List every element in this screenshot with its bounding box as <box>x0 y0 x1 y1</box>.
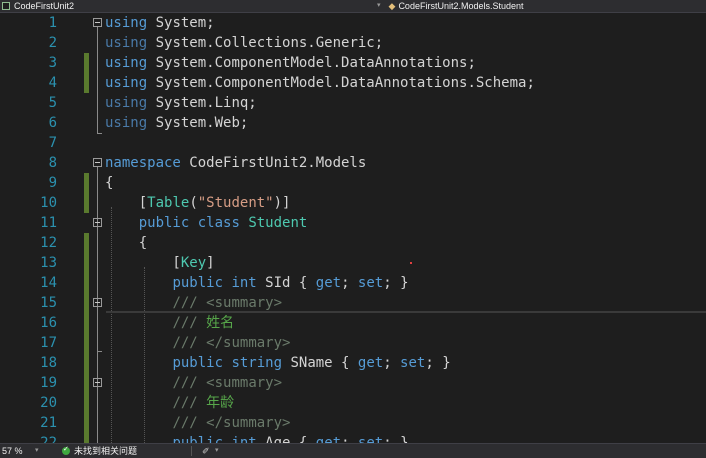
line-number: 8 <box>48 155 57 171</box>
code-text: namespace CodeFirstUnit2.Models <box>105 155 367 171</box>
line-number: 10 <box>40 195 57 211</box>
code-line-8[interactable]: 8 namespace CodeFirstUnit2.Models <box>0 153 706 173</box>
line-number: 22 <box>40 435 57 443</box>
code-text: /// 年龄 <box>172 395 235 411</box>
code-line-2[interactable]: 2 using System.Collections.Generic; <box>0 33 706 53</box>
line-number: 12 <box>40 235 57 251</box>
code-line-5[interactable]: 5 using System.Linq; <box>0 93 706 113</box>
code-text: { <box>105 235 148 251</box>
line-number: 6 <box>48 115 57 131</box>
line-number: 16 <box>40 315 57 331</box>
code-line-10[interactable]: 10 [Table("Student")] <box>0 193 706 213</box>
code-line-12[interactable]: 12 { <box>0 233 706 253</box>
code-text: /// <summary> <box>172 295 283 311</box>
code-text: using System.ComponentModel.DataAnnotati… <box>105 75 535 91</box>
code-line-9[interactable]: 9 { <box>0 173 706 193</box>
check-circle-icon <box>62 443 70 457</box>
class-icon: ◆ <box>388 1 396 11</box>
code-line-21[interactable]: 21 /// </summary> <box>0 413 706 433</box>
code-line-15[interactable]: 15 /// <summary> <box>0 293 706 313</box>
line-number: 18 <box>40 355 57 371</box>
line-number: 21 <box>40 415 57 431</box>
code-line-3[interactable]: 3 using System.ComponentModel.DataAnnota… <box>0 53 706 73</box>
line-number: 1 <box>48 15 57 31</box>
code-text: public string SName { get; set; } <box>172 355 451 371</box>
code-line-1[interactable]: 1 using System; <box>0 13 706 33</box>
divider <box>191 446 192 456</box>
line-number: 9 <box>48 175 57 191</box>
project-dropdown[interactable]: CodeFirstUnit2 <box>0 0 74 12</box>
code-text: public int SId { get; set; } <box>172 275 409 291</box>
code-text: public int Age { get; set; } <box>172 435 409 443</box>
code-text: public class Student <box>138 215 308 231</box>
status-bar: 57 % ▾ 未找到相关问题 ✐ ▾ <box>0 443 706 458</box>
code-line-11[interactable]: 11 public class Student <box>0 213 706 233</box>
code-text: /// <summary> <box>172 375 283 391</box>
code-line-19[interactable]: 19 /// <summary> <box>0 373 706 393</box>
code-line-4[interactable]: 4 using System.ComponentModel.DataAnnota… <box>0 73 706 93</box>
line-number: 13 <box>40 255 57 271</box>
line-number: 4 <box>48 75 57 91</box>
code-text: using System.Collections.Generic; <box>105 35 384 51</box>
code-text: /// </summary> <box>172 415 291 431</box>
code-text: using System.Linq; <box>105 95 257 111</box>
code-line-22[interactable]: 22 public int Age { get; set; } <box>0 433 706 443</box>
collapse-icon[interactable] <box>93 378 102 387</box>
code-line-20[interactable]: 20 /// 年龄 <box>0 393 706 413</box>
code-text: /// 姓名 <box>172 315 235 331</box>
collapse-icon[interactable] <box>93 218 102 227</box>
type-dropdown[interactable]: ▾ ◆ CodeFirstUnit2.Models.Student <box>377 0 524 12</box>
line-number: 3 <box>48 55 57 71</box>
navigation-bar: CodeFirstUnit2 ▾ ◆ CodeFirstUnit2.Models… <box>0 0 706 13</box>
brush-icon[interactable]: ✐ <box>202 444 210 458</box>
code-text: [Key] <box>105 255 215 271</box>
code-line-13[interactable]: 13 [Key] <box>0 253 706 273</box>
line-number: 14 <box>40 275 57 291</box>
chevron-down-icon[interactable]: ▾ <box>35 444 39 458</box>
code-line-7[interactable]: 7 <box>0 133 706 153</box>
code-line-18[interactable]: 18 public string SName { get; set; } <box>0 353 706 373</box>
code-text: using System.Web; <box>105 115 249 131</box>
collapse-icon[interactable] <box>93 298 102 307</box>
line-number: 7 <box>48 135 57 151</box>
line-number: 5 <box>48 95 57 111</box>
line-number: 2 <box>48 35 57 51</box>
zoom-level[interactable]: 57 % <box>2 444 23 458</box>
project-label: CodeFirstUnit2 <box>14 1 75 11</box>
code-line-14[interactable]: 14 public int SId { get; set; } <box>0 273 706 293</box>
code-line-16[interactable]: 16 /// 姓名 <box>0 313 706 333</box>
issues-status[interactable]: 未找到相关问题 <box>74 444 137 458</box>
code-text: { <box>105 175 114 191</box>
code-text: using System; <box>105 15 215 31</box>
line-number: 20 <box>40 395 57 411</box>
line-number: 19 <box>40 375 57 391</box>
code-editor[interactable]: 1 using System; 2 using System.Collectio… <box>0 13 706 443</box>
line-number: 15 <box>40 295 57 311</box>
chevron-down-icon[interactable]: ▾ <box>215 444 219 458</box>
class-label: CodeFirstUnit2.Models.Student <box>398 1 524 11</box>
code-line-17[interactable]: 17 /// </summary> <box>0 333 706 353</box>
csharp-project-icon <box>2 2 10 10</box>
collapse-icon[interactable] <box>93 158 102 167</box>
line-number: 17 <box>40 335 57 351</box>
chevron-down-icon[interactable]: ▾ <box>377 0 381 12</box>
code-line-6[interactable]: 6 using System.Web; <box>0 113 706 133</box>
collapse-icon[interactable] <box>93 18 102 27</box>
code-text: using System.ComponentModel.DataAnnotati… <box>105 55 476 71</box>
code-text: [Table("Student")] <box>105 195 291 211</box>
code-text: /// </summary> <box>172 335 291 351</box>
marker-dot <box>410 262 412 264</box>
line-number: 11 <box>40 215 57 231</box>
